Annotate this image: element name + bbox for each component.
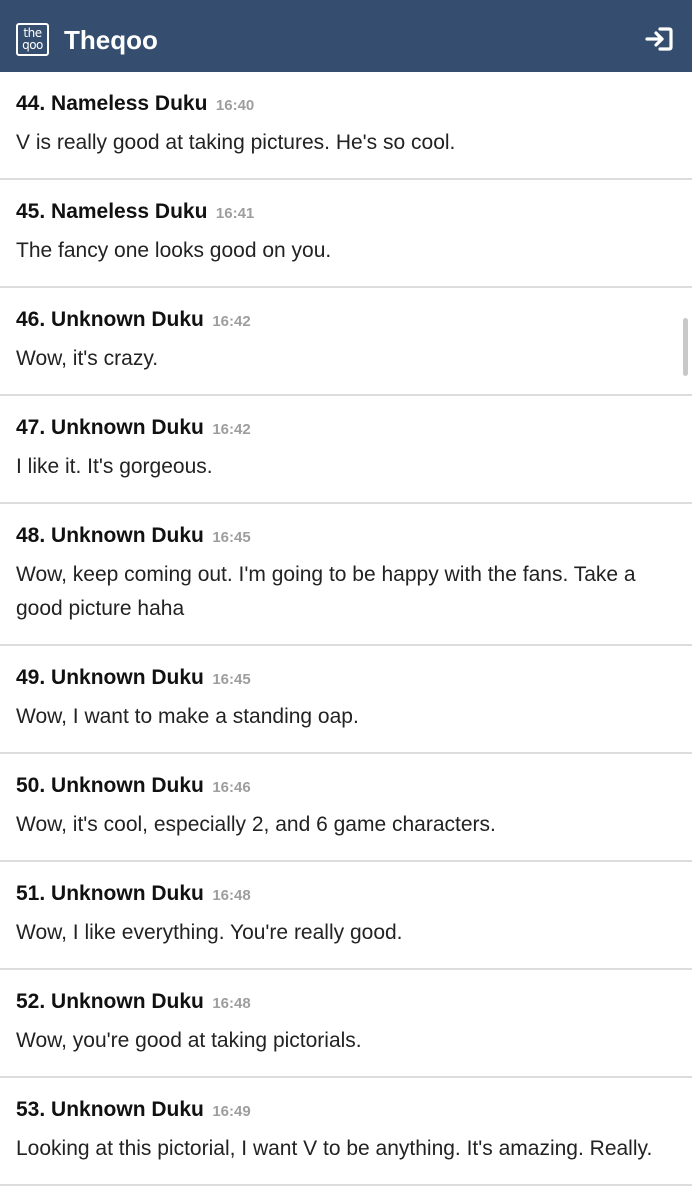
comment-text: Looking at this pictorial, I want V to b…	[16, 1137, 653, 1160]
comment-author[interactable]: Unknown Duku	[51, 666, 204, 689]
comment-text: The fancy one looks good on you.	[16, 239, 332, 262]
comment-number: 53.	[16, 1098, 52, 1121]
comment-time: 16:42	[212, 313, 251, 330]
comment-author[interactable]: Unknown Duku	[51, 308, 204, 331]
comment-author[interactable]: Unknown Duku	[51, 1098, 204, 1121]
comment-header: 49. Unknown Duku 16:45	[16, 664, 676, 692]
comment-time: 16:40	[215, 97, 255, 114]
comment-number: 45.	[16, 200, 52, 223]
comment-number: 47.	[16, 416, 52, 439]
comment-item: 49. Unknown Duku 16:45 Wow, I want to ma…	[0, 646, 692, 754]
logo-text: the qoo	[22, 26, 43, 52]
comment-header: 46. Unknown Duku 16:42	[16, 306, 676, 334]
comment-item: 46. Unknown Duku 16:42 Wow, it's crazy.	[0, 288, 692, 396]
comment-item: 50. Unknown Duku 16:46 Wow, it's cool, e…	[0, 754, 692, 862]
comment-author[interactable]: Unknown Duku	[51, 416, 204, 439]
theqoo-logo-icon[interactable]: the qoo	[16, 23, 49, 56]
app-header: the qoo Theqoo	[0, 0, 692, 72]
comment-text: Wow, it's cool, especially 2, and 6 game…	[16, 813, 496, 836]
comment-text: Wow, I like everything. You're really go…	[16, 921, 403, 944]
comment-author[interactable]: Unknown Duku	[51, 524, 204, 547]
comment-time: 16:45	[212, 671, 251, 688]
comment-number: 52.	[16, 990, 52, 1013]
comment-text: V is really good at taking pictures. He'…	[16, 131, 456, 154]
comment-author[interactable]: Nameless Duku	[51, 200, 207, 223]
comment-header: 44. Nameless Duku 16:40	[16, 90, 676, 118]
comment-item: 47. Unknown Duku 16:42 I like it. It's g…	[0, 396, 692, 504]
comment-author[interactable]: Nameless Duku	[51, 92, 207, 115]
comment-author[interactable]: Unknown Duku	[51, 990, 204, 1013]
comment-time: 16:46	[212, 779, 251, 796]
app-title[interactable]: Theqoo	[64, 22, 158, 58]
comment-header: 50. Unknown Duku 16:46	[16, 772, 676, 800]
comment-time: 16:42	[212, 421, 251, 438]
comment-author[interactable]: Unknown Duku	[51, 774, 204, 797]
sign-in-icon	[645, 27, 673, 51]
comment-number: 50.	[16, 774, 52, 797]
comment-item: 52. Unknown Duku 16:48 Wow, you're good …	[0, 970, 692, 1078]
comment-text: Wow, it's crazy.	[16, 347, 159, 370]
comment-item: 44. Nameless Duku 16:40 V is really good…	[0, 72, 692, 180]
comment-time: 16:41	[215, 205, 255, 222]
comment-number: 46.	[16, 308, 52, 331]
comment-text: Wow, you're good at taking pictorials.	[16, 1029, 362, 1052]
comment-time: 16:45	[212, 529, 251, 546]
comment-header: 51. Unknown Duku 16:48	[16, 880, 676, 908]
comment-header: 47. Unknown Duku 16:42	[16, 414, 676, 442]
comment-text: Wow, keep coming out. I'm going to be ha…	[16, 563, 636, 620]
comment-number: 49.	[16, 666, 52, 689]
comment-list: 44. Nameless Duku 16:40 V is really good…	[0, 72, 692, 1186]
comment-number: 51.	[16, 882, 52, 905]
comment-time: 16:48	[212, 995, 251, 1012]
comment-header: 52. Unknown Duku 16:48	[16, 988, 676, 1016]
comment-author[interactable]: Unknown Duku	[51, 882, 204, 905]
comment-number: 44.	[16, 92, 52, 115]
comment-item: 53. Unknown Duku 16:49 Looking at this p…	[0, 1078, 692, 1186]
comment-item: 48. Unknown Duku 16:45 Wow, keep coming …	[0, 504, 692, 646]
comment-header: 48. Unknown Duku 16:45	[16, 522, 676, 550]
comment-text: Wow, I want to make a standing oap.	[16, 705, 359, 728]
comment-time: 16:49	[212, 1103, 251, 1120]
comment-header: 53. Unknown Duku 16:49	[16, 1096, 676, 1124]
sign-in-button[interactable]	[644, 24, 674, 54]
comment-text: I like it. It's gorgeous.	[16, 455, 213, 478]
comment-number: 48.	[16, 524, 52, 547]
comment-item: 51. Unknown Duku 16:48 Wow, I like every…	[0, 862, 692, 970]
scrollbar-thumb[interactable]	[683, 318, 688, 376]
comment-time: 16:48	[212, 887, 251, 904]
comment-header: 45. Nameless Duku 16:41	[16, 198, 676, 226]
comment-item: 45. Nameless Duku 16:41 The fancy one lo…	[0, 180, 692, 288]
